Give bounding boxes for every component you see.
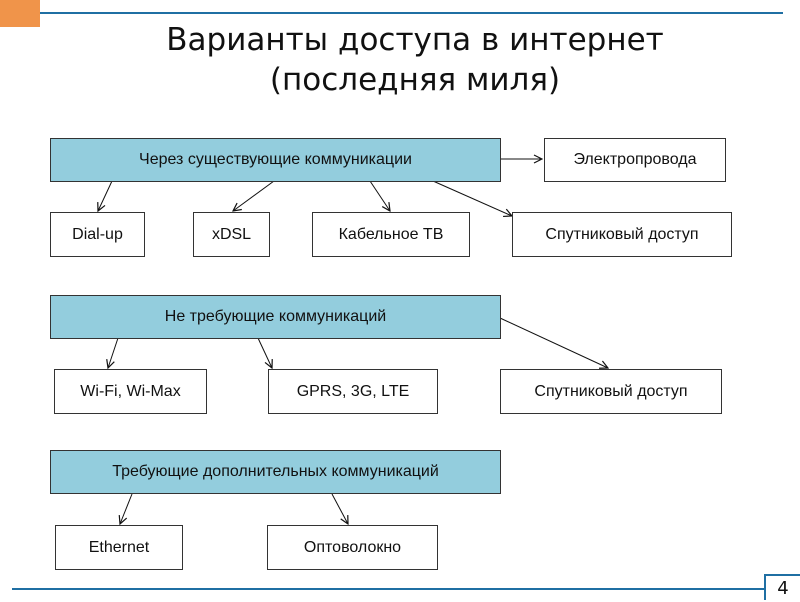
item-box-cable-tv: Кабельное ТВ <box>312 212 470 257</box>
item-label: Dial-up <box>72 225 123 243</box>
item-label: Ethernet <box>88 538 150 556</box>
item-box-xdsl: xDSL <box>193 212 270 257</box>
arrow-g1-item2 <box>233 180 275 211</box>
arrow-g3-item2 <box>331 493 348 524</box>
arrow-g1-item4 <box>432 180 512 216</box>
item-box-power-lines: Электропровода <box>544 138 726 182</box>
item-box-wifi-wimax: Wi-Fi, Wi-Max <box>54 369 207 414</box>
item-label: Оптоволокно <box>303 538 402 556</box>
item-label: GPRS, 3G, LTE <box>296 382 410 400</box>
item-label: Спутниковый доступ <box>534 382 688 400</box>
item-label: xDSL <box>211 225 252 243</box>
item-label: Спутниковый доступ <box>545 225 699 243</box>
item-box-fiber: Оптоволокно <box>267 525 438 570</box>
category-label: Требующие дополнительных коммуникаций <box>112 463 439 480</box>
item-box-satellite-1: Спутниковый доступ <box>512 212 732 257</box>
category-label: Через существующие коммуникации <box>139 151 412 168</box>
item-box-ethernet: Ethernet <box>55 525 183 570</box>
item-label: Электропровода <box>573 151 697 168</box>
item-box-gprs-3g-lte: GPRS, 3G, LTE <box>268 369 438 414</box>
item-box-satellite-2: Спутниковый доступ <box>500 369 722 414</box>
arrow-g3-item1 <box>120 493 133 524</box>
category-label: Не требующие коммуникаций <box>164 308 387 325</box>
item-label: Кабельное ТВ <box>338 225 444 243</box>
category-box-wireless: Не требующие коммуникаций <box>50 295 501 339</box>
arrow-g1-item3 <box>369 180 390 211</box>
item-box-dialup: Dial-up <box>50 212 145 257</box>
arrow-g2-item1 <box>108 337 119 368</box>
arrow-g1-item1 <box>98 180 113 211</box>
category-box-additional: Требующие дополнительных коммуникаций <box>50 450 501 494</box>
item-label: Wi-Fi, Wi-Max <box>80 382 181 400</box>
arrow-g2-item2 <box>257 337 272 368</box>
arrow-g2-item3 <box>499 317 608 368</box>
category-box-existing: Через существующие коммуникации <box>50 138 501 182</box>
